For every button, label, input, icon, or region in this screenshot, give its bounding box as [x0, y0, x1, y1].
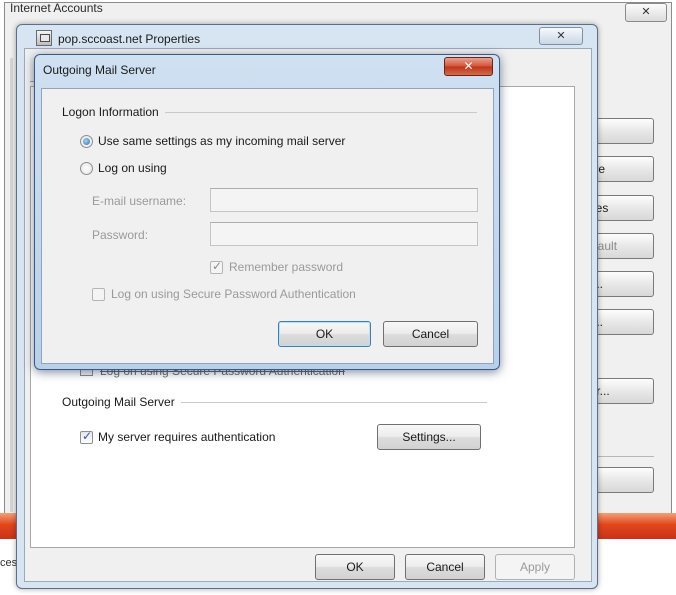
remember-password-checkbox[interactable] — [210, 259, 223, 274]
requires-auth-checkbox[interactable] — [80, 429, 93, 444]
properties-close-button[interactable]: ✕ — [539, 27, 583, 45]
properties-ok-button[interactable]: OK — [315, 554, 395, 580]
internet-accounts-title: Internet Accounts — [10, 1, 103, 15]
spa-checkbox[interactable] — [92, 288, 105, 301]
background-side-text: ces — [0, 557, 18, 569]
email-username-label: E-mail username: — [92, 194, 187, 208]
properties-cancel-button[interactable]: Cancel — [405, 554, 485, 580]
outgoing-dialog-title: Outgoing Mail Server — [43, 63, 156, 77]
logon-group-label: Logon Information — [62, 105, 165, 119]
outgoing-group-label: Outgoing Mail Server — [62, 395, 181, 409]
account-icon — [36, 30, 52, 46]
internet-accounts-list-edge — [10, 58, 13, 512]
radio-log-on-using[interactable] — [80, 162, 93, 175]
outgoing-cancel-button[interactable]: Cancel — [383, 321, 478, 347]
close-icon: ✕ — [463, 59, 474, 73]
password-field[interactable] — [210, 222, 478, 246]
outgoing-ok-button[interactable]: OK — [278, 321, 371, 347]
close-icon: ✕ — [556, 30, 566, 42]
email-username-field[interactable] — [210, 188, 478, 212]
radio-same-settings[interactable] — [80, 135, 93, 148]
properties-apply-button[interactable]: Apply — [495, 554, 575, 580]
radio-same-settings-label: Use same settings as my incoming mail se… — [98, 134, 346, 148]
internet-accounts-close-button[interactable]: ✕ — [625, 3, 667, 22]
requires-auth-label: My server requires authentication — [98, 430, 276, 444]
spa-label: Log on using Secure Password Authenticat… — [111, 287, 356, 301]
outgoing-dialog-close-button[interactable]: ✕ — [444, 57, 493, 76]
close-icon: ✕ — [641, 6, 651, 18]
settings-button[interactable]: Settings... — [377, 424, 481, 450]
properties-title: pop.sccoast.net Properties — [58, 32, 201, 46]
radio-log-on-using-label: Log on using — [98, 161, 167, 175]
remember-password-label: Remember password — [229, 260, 344, 274]
password-label: Password: — [92, 228, 149, 242]
